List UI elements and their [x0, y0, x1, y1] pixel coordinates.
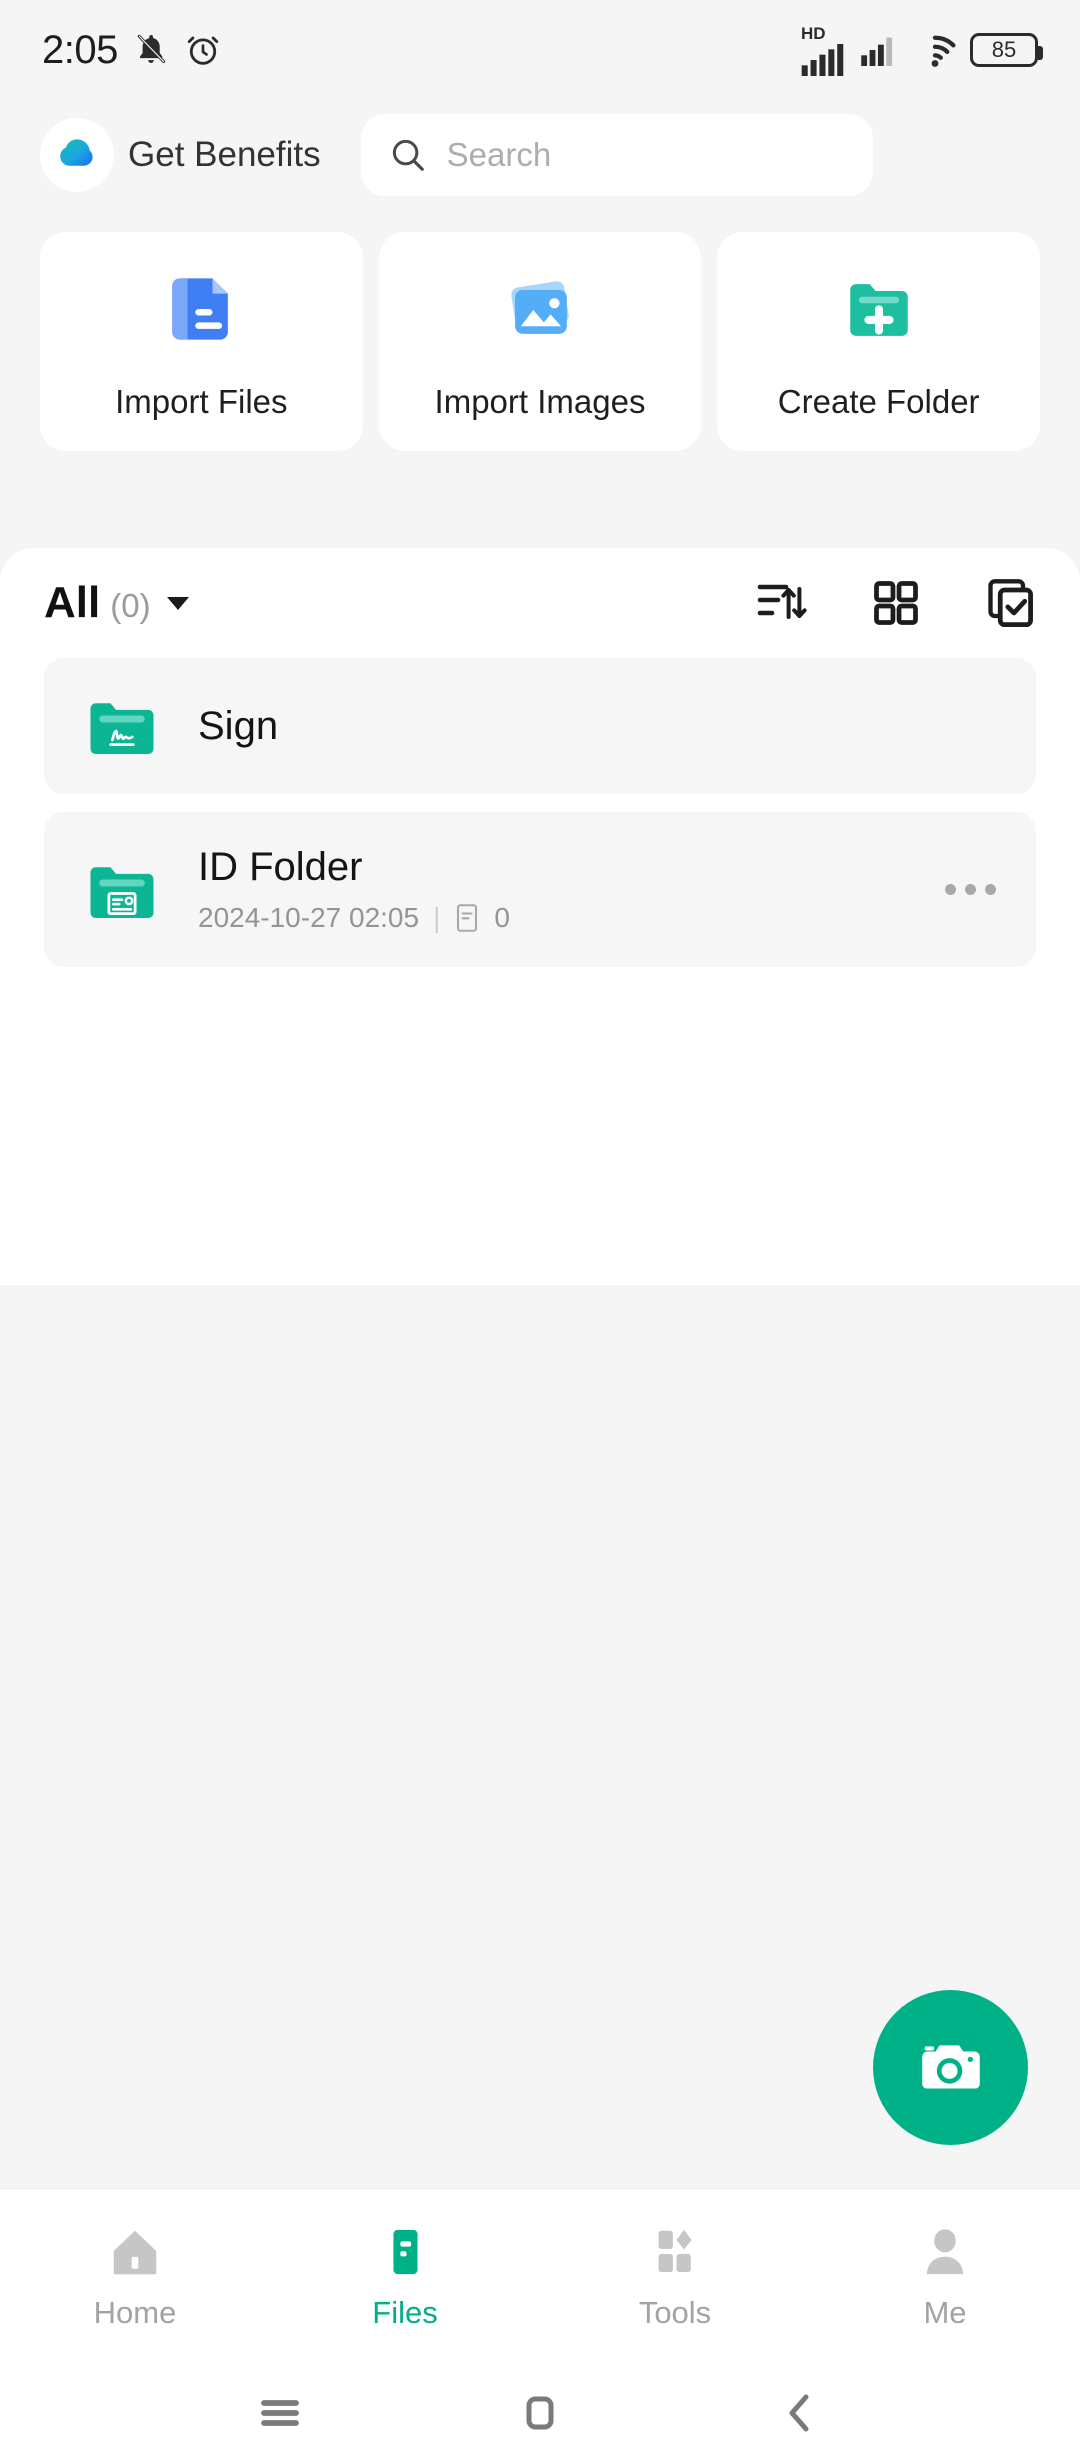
home-square-icon [526, 2396, 554, 2430]
back-button[interactable] [774, 2387, 826, 2439]
quick-action-cards: Import Files Import Images Create Folder [0, 210, 1080, 451]
silent-bell-icon [137, 34, 166, 64]
folder-plus-icon [849, 283, 908, 336]
folder-sign-icon [90, 703, 154, 754]
create-folder-label: Create Folder [777, 382, 980, 420]
document-icon [172, 277, 229, 340]
search-bar[interactable]: Search [360, 114, 873, 196]
tools-icon [658, 2229, 692, 2272]
import-files-label: Import Files [115, 382, 288, 420]
create-folder-card[interactable]: Create Folder [717, 232, 1041, 451]
file-row[interactable]: ID Folder 2024-10-27 02:05 | 0 [44, 812, 1036, 967]
nav-label-files: Files [372, 2294, 438, 2330]
file-date: 2024-10-27 02:05 [198, 902, 420, 933]
app-header: Get Benefits Search [0, 100, 1080, 210]
multi-select-icon[interactable] [984, 577, 1036, 629]
filter-bar: All (0) [0, 548, 1080, 658]
back-icon [789, 2394, 809, 2432]
import-images-label: Import Images [434, 382, 646, 420]
battery-indicator: 85 [970, 33, 1043, 67]
alarm-icon [187, 36, 219, 65]
nav-item-me[interactable]: Me [810, 2225, 1080, 2331]
search-input[interactable]: Search [447, 136, 552, 174]
files-icon [393, 2229, 418, 2274]
filter-label: All [44, 578, 101, 627]
filter-count: (0) [110, 587, 151, 624]
hd-signal-group: HD [801, 25, 845, 76]
status-bar-right: HD 85 [801, 25, 1043, 76]
import-images-card[interactable]: Import Images [378, 232, 702, 451]
file-name: Sign [198, 703, 279, 748]
nav-label-tools: Tools [638, 2294, 712, 2330]
filter-actions [756, 577, 1036, 629]
status-bar: 2:05 HD 85 [0, 0, 1080, 100]
signal-bars-2-icon [861, 37, 893, 66]
person-icon [926, 2228, 964, 2274]
home-button[interactable] [514, 2387, 566, 2439]
signal-bars-icon [801, 43, 844, 76]
meta-divider: | [433, 902, 441, 933]
import-files-card[interactable]: Import Files [40, 232, 363, 451]
dot [965, 884, 976, 895]
file-info: ID Folder 2024-10-27 02:05 | 0 [198, 845, 911, 934]
recents-button[interactable] [254, 2387, 306, 2439]
camera-fab-button[interactable] [873, 1990, 1028, 2145]
brand-label: Get Benefits [128, 135, 321, 174]
file-info: Sign [198, 704, 1000, 749]
status-time: 2:05 [42, 27, 118, 72]
more-options-icon[interactable] [945, 884, 1000, 895]
nav-item-home[interactable]: Home [0, 2225, 270, 2331]
nav-item-files[interactable]: Files [270, 2225, 540, 2331]
nav-item-tools[interactable]: Tools [540, 2225, 810, 2331]
wifi-icon [931, 35, 956, 67]
file-count: 0 [494, 902, 510, 933]
brand-area[interactable]: Get Benefits [40, 118, 321, 192]
network-type-label: HD [801, 23, 826, 43]
nav-label-me: Me [923, 2294, 967, 2330]
camera-icon [921, 2044, 980, 2089]
bottom-navigation: Home Files Tools Me [0, 2188, 1080, 2366]
sort-icon[interactable] [756, 577, 808, 629]
folder-id-icon [90, 866, 154, 918]
brand-avatar [40, 118, 114, 192]
file-row[interactable]: Sign [44, 658, 1036, 794]
dot [945, 884, 956, 895]
chevron-down-icon [166, 596, 189, 610]
recents-icon [261, 2400, 299, 2426]
file-meta: 2024-10-27 02:05 | 0 [198, 902, 911, 934]
filter-dropdown[interactable]: All (0) [44, 578, 189, 628]
files-panel: All (0) Sign ID Folder 2024-10-27 02:05 … [0, 548, 1080, 1285]
grid-view-icon[interactable] [870, 577, 922, 629]
file-icon [457, 904, 478, 932]
file-name: ID Folder [198, 845, 363, 889]
app-screen: 2:05 HD 85 Get Benefits Search Import Fi… [0, 0, 1080, 2460]
status-bar-left: 2:05 [42, 28, 222, 73]
photos-icon [511, 280, 569, 334]
file-list: Sign ID Folder 2024-10-27 02:05 | 0 [0, 658, 1080, 967]
cloud-icon [60, 139, 93, 166]
nav-label-home: Home [93, 2294, 177, 2330]
search-icon [392, 139, 424, 171]
android-navigation-bar [0, 2366, 1080, 2460]
dot [985, 884, 996, 895]
home-icon [113, 2230, 157, 2274]
battery-level: 85 [991, 37, 1017, 62]
